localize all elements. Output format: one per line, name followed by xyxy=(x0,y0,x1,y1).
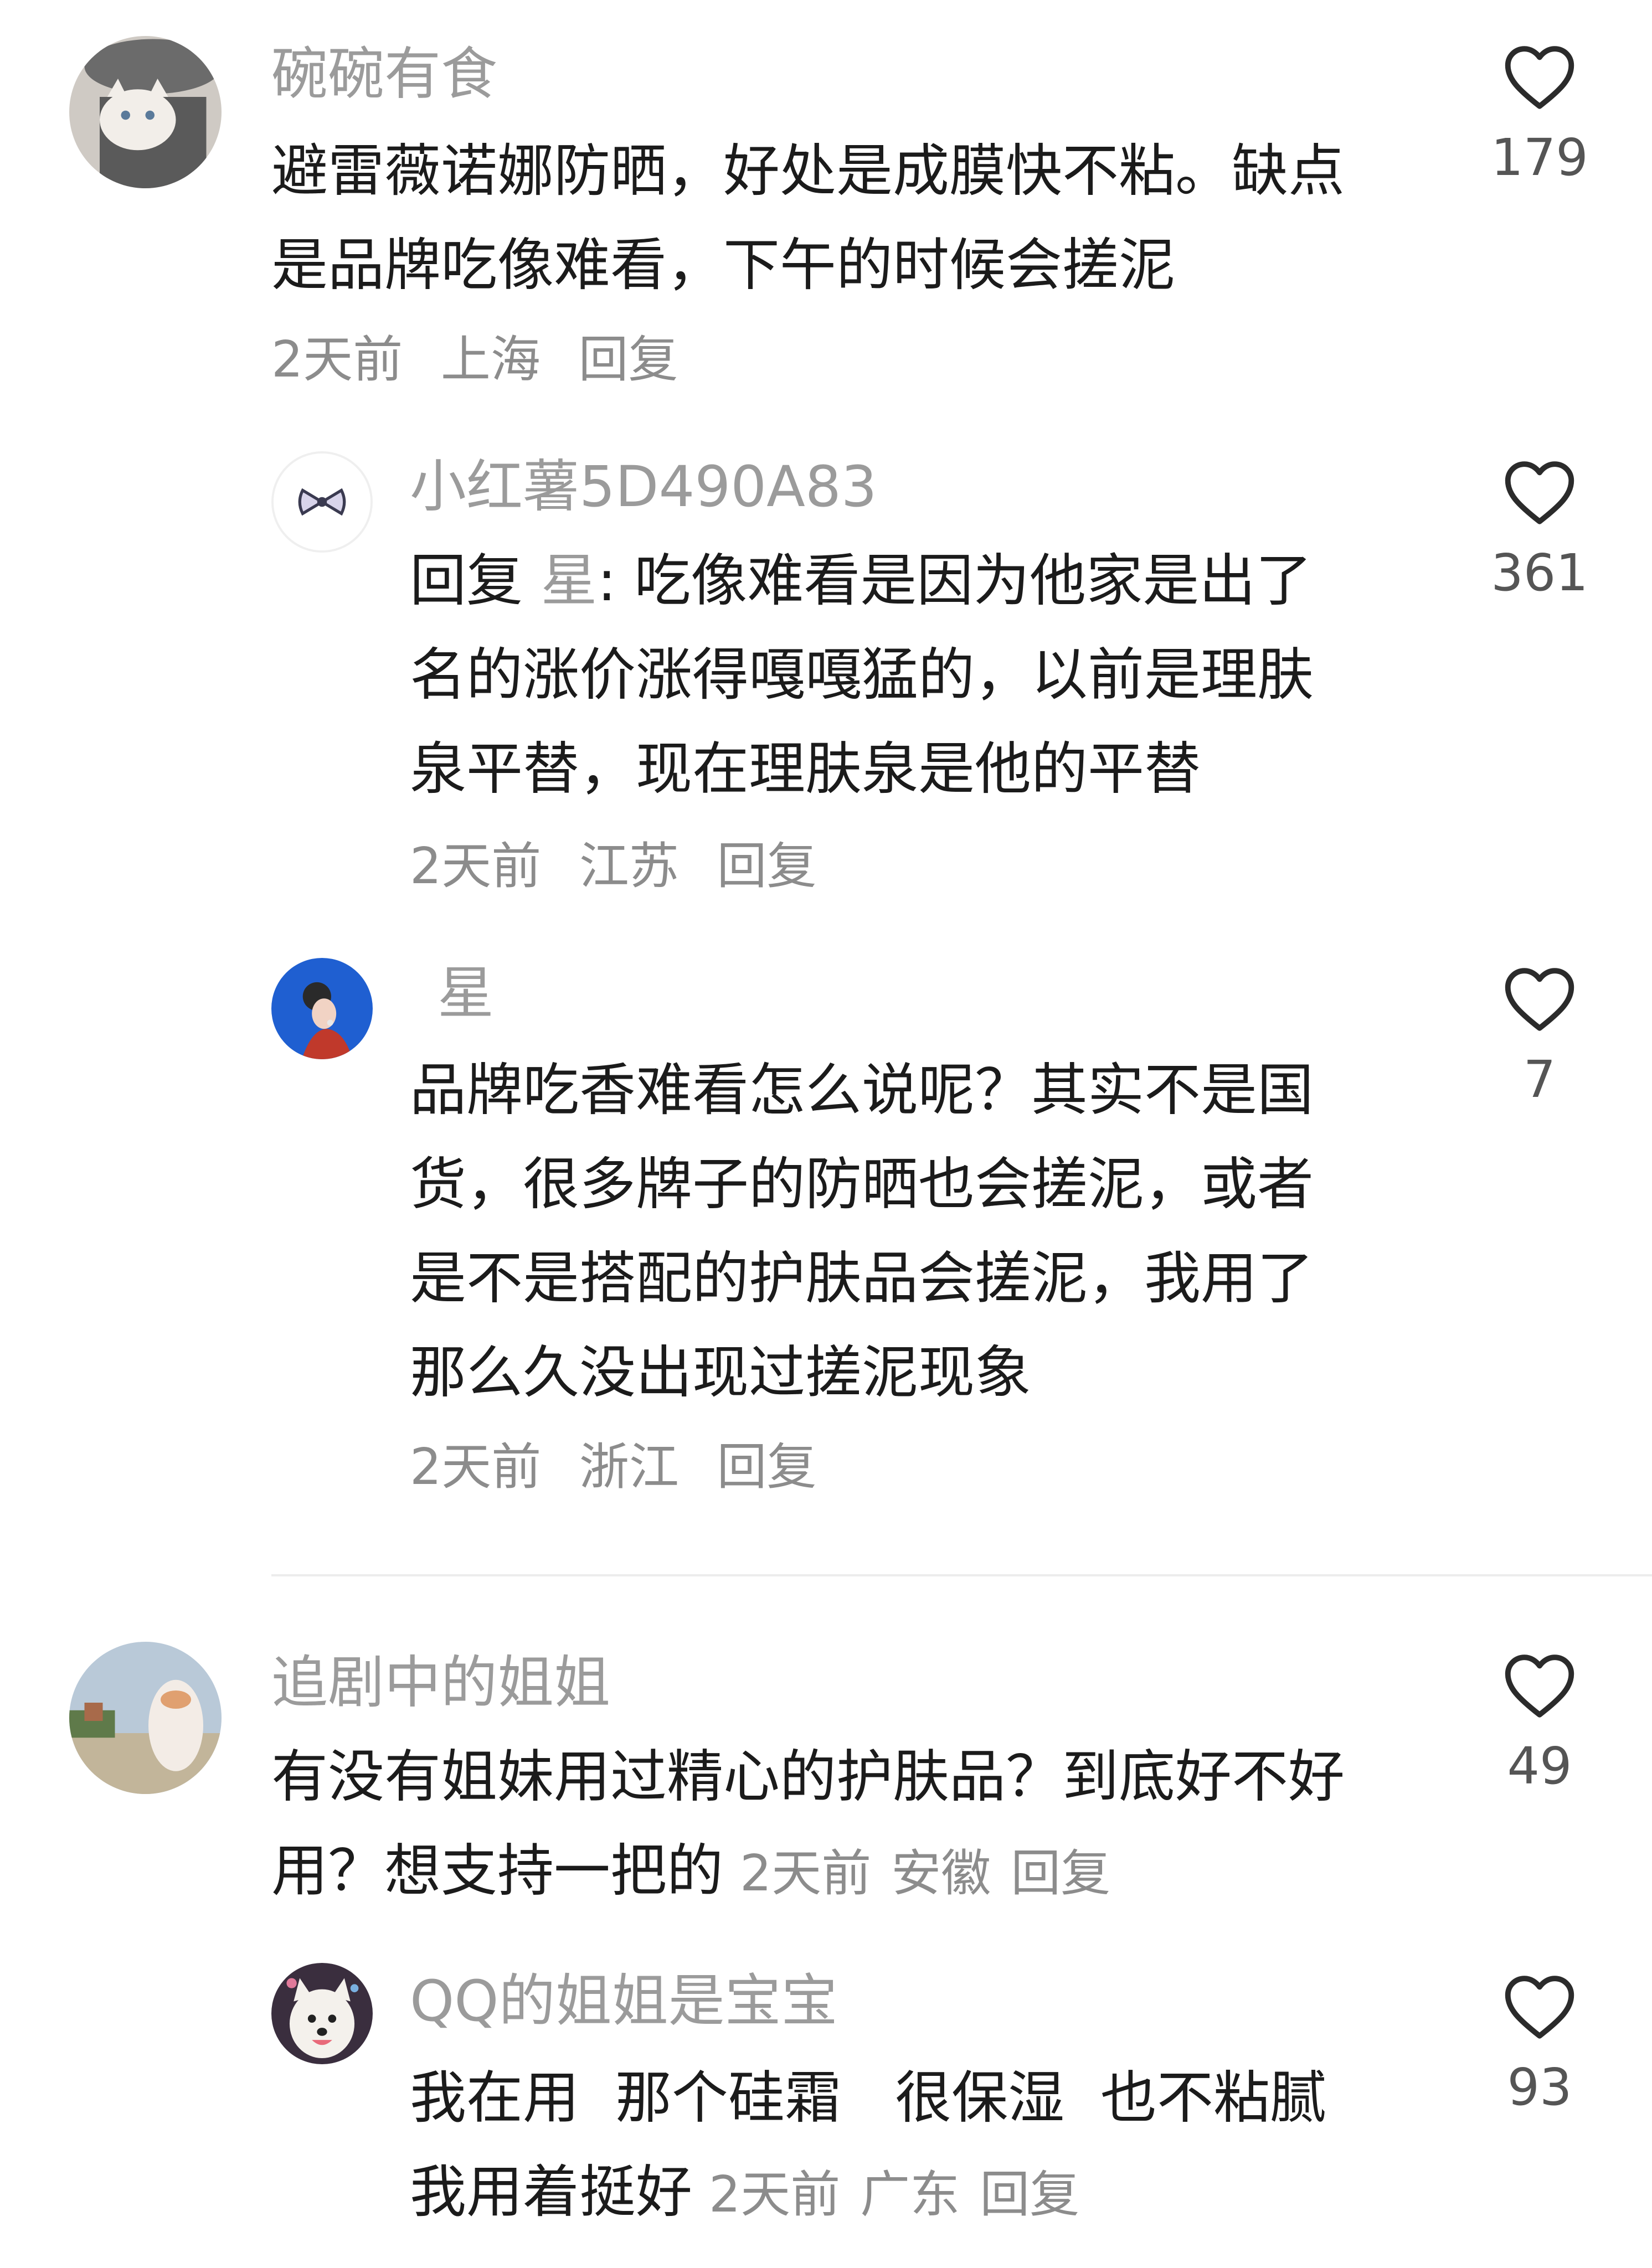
comment-time: 2天前 xyxy=(410,837,542,895)
like-count: 179 xyxy=(1491,128,1588,187)
reply-text: 我在用 那个硅霜 很保湿 也不粘腻 我用着挺好 2天前 广东 回复 xyxy=(410,2051,1462,2242)
comment-meta: 2天前 广东 回复 xyxy=(709,2166,1099,2224)
reply-prefix: 回复 xyxy=(410,548,523,614)
reply-button[interactable]: 回复 xyxy=(980,2166,1079,2224)
heart-icon xyxy=(1505,46,1574,109)
like-count: 361 xyxy=(1491,543,1588,602)
comment-text-segment: 我用着挺好 xyxy=(410,2159,692,2225)
reply-text: 品牌吃香难看怎么说呢？其实不是国 货，很多牌子的防晒也会搓泥，或者 是不是搭配的… xyxy=(410,1044,1407,1420)
comment-time: 2天前 xyxy=(709,2166,841,2224)
comment-location: 安徽 xyxy=(891,1844,991,1903)
comment-meta: 2天前 江苏 回复 xyxy=(410,831,838,903)
comment-location: 上海 xyxy=(440,331,541,389)
comment-text-line: 那么久没出现过搓泥现象 xyxy=(410,1340,1031,1406)
like-count: 49 xyxy=(1507,1736,1572,1796)
reply-username[interactable]: 小红薯5D490A83 xyxy=(410,451,877,523)
heart-icon xyxy=(1505,461,1574,524)
reply-button[interactable]: 回复 xyxy=(717,1438,816,1496)
like-button[interactable]: 49 xyxy=(1468,1653,1612,1802)
reply-username[interactable]: 星 xyxy=(438,958,494,1030)
girl-avatar-icon[interactable] xyxy=(271,958,373,1059)
like-button[interactable]: 93 xyxy=(1468,1974,1612,2123)
comment-text: 避雷薇诺娜防晒，好处是成膜快不粘。缺点 是品牌吃像难看，下午的时候会搓泥 xyxy=(271,125,1434,313)
heart-icon xyxy=(1505,968,1574,1031)
comment-text-segment: 用？想支持一把的 xyxy=(271,1838,723,1904)
comment-text-line: 有没有姐妹用过精心的护肤品？到底好不好 xyxy=(271,1744,1345,1810)
comment-text-line: 货，很多牌子的防晒也会搓泥，或者 xyxy=(410,1152,1314,1218)
comment-time: 2天前 xyxy=(271,331,403,389)
comment-text-line: 用？想支持一把的 2天前 安徽 回复 xyxy=(271,1824,1462,1921)
dog-avatar-icon[interactable] xyxy=(271,1963,373,2064)
reply-target-username[interactable]: 星 xyxy=(541,548,597,614)
like-button[interactable]: 7 xyxy=(1468,966,1612,1116)
reply-button[interactable]: 回复 xyxy=(578,331,678,389)
comment-username[interactable]: 追剧中的姐姐 xyxy=(271,1647,610,1719)
comment-location: 江苏 xyxy=(579,837,679,895)
comment-text-line: 避雷薇诺娜防晒，好处是成膜快不粘。缺点 xyxy=(271,138,1345,204)
reply-button[interactable]: 回复 xyxy=(717,837,816,895)
outdoor-avatar-icon[interactable] xyxy=(69,1642,222,1794)
comment-text-line: 是品牌吃像难看，下午的时候会搓泥 xyxy=(271,233,1175,298)
cat-avatar-icon[interactable] xyxy=(69,36,222,188)
comment-location: 广东 xyxy=(860,2166,960,2224)
heart-icon xyxy=(1505,1654,1574,1718)
comment-meta: 2天前 安徽 回复 xyxy=(740,1844,1130,1903)
comment-text: 有没有姐妹用过精心的护肤品？到底好不好 用？想支持一把的 2天前 安徽 回复 xyxy=(271,1730,1462,1921)
comment-text-line: 我用着挺好 2天前 广东 回复 xyxy=(410,2146,1462,2242)
reply-username[interactable]: QQ的姐姐是宝宝 xyxy=(410,1966,838,2038)
comment-meta: 2天前 浙江 回复 xyxy=(410,1431,838,1503)
comment-text-line: 泉平替，现在理肤泉是他的平替 xyxy=(410,736,1201,802)
comment-location: 浙江 xyxy=(579,1438,679,1496)
bow-avatar-icon[interactable] xyxy=(271,451,373,553)
comment-username[interactable]: 碗碗有食 xyxy=(271,39,497,111)
comment-time: 2天前 xyxy=(410,1438,542,1496)
heart-icon xyxy=(1505,1976,1574,2039)
comment-text-line: 名的涨价涨得嘎嘎猛的，以前是理肤 xyxy=(410,642,1314,708)
comment-text-line: 我在用 那个硅霜 很保湿 也不粘腻 xyxy=(410,2065,1326,2131)
like-count: 7 xyxy=(1523,1050,1556,1109)
comment-text-line: 品牌吃香难看怎么说呢？其实不是国 xyxy=(410,1058,1314,1123)
reply-button[interactable]: 回复 xyxy=(1011,1844,1110,1903)
reply-text: 回复 星: 吃像难看是因为他家是出了 名的涨价涨得嘎嘎猛的，以前是理肤 泉平替，… xyxy=(410,534,1407,817)
like-button[interactable]: 179 xyxy=(1468,44,1612,194)
comment-divider xyxy=(271,1574,1652,1576)
like-button[interactable]: 361 xyxy=(1468,460,1612,609)
comment-text-segment: : 吃像难看是因为他家是出了 xyxy=(597,548,1313,614)
comment-text-line: 回复 星: 吃像难看是因为他家是出了 xyxy=(410,534,1407,628)
comment-time: 2天前 xyxy=(740,1844,872,1903)
comment-text-line: 是不是搭配的护肤品会搓泥，我用了 xyxy=(410,1246,1314,1312)
like-count: 93 xyxy=(1507,2058,1572,2117)
comment-meta: 2天前 上海 回复 xyxy=(271,324,700,396)
